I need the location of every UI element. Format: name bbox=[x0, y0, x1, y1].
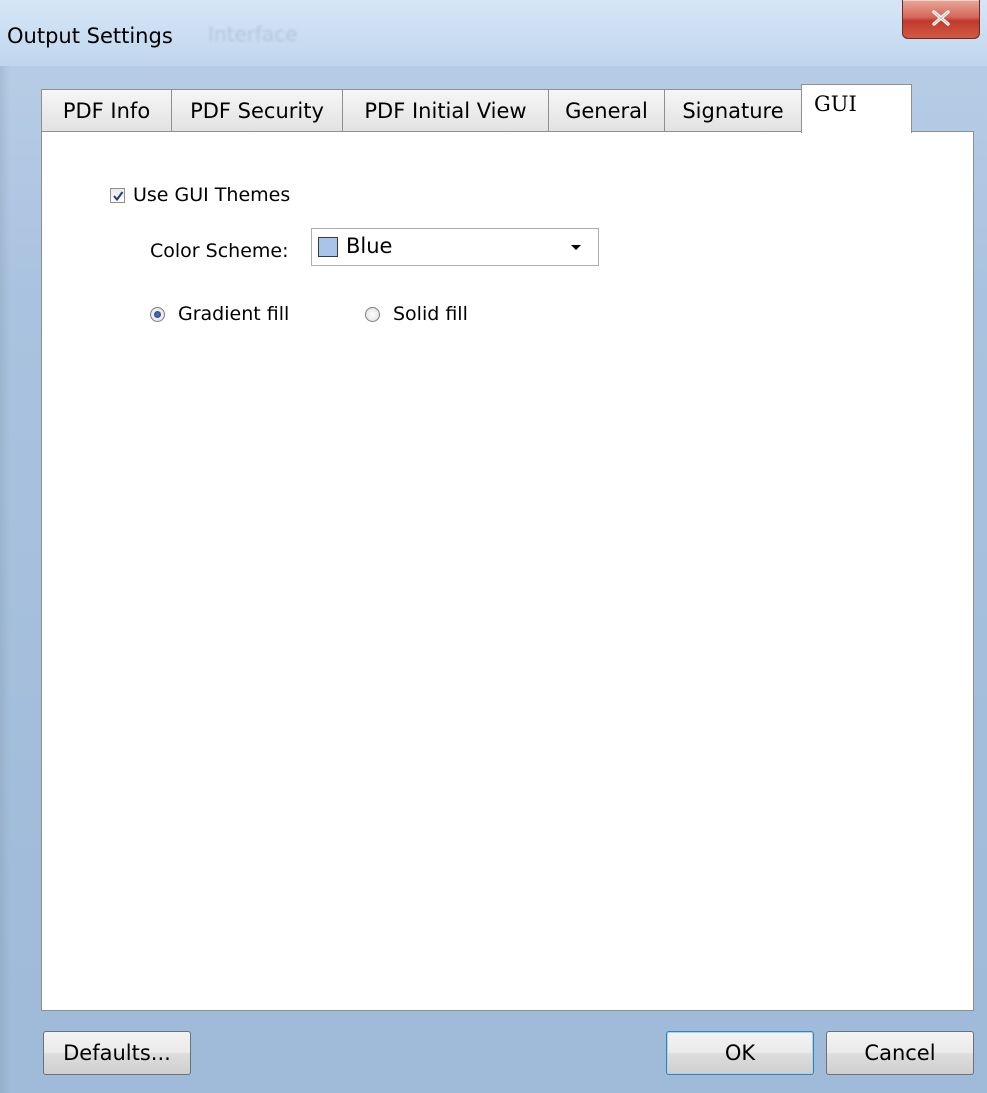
checkmark-icon bbox=[113, 191, 124, 202]
tab-general[interactable]: General bbox=[548, 89, 665, 131]
color-scheme-label: Color Scheme: bbox=[150, 240, 289, 262]
chevron-down-icon bbox=[571, 245, 581, 250]
close-icon bbox=[932, 10, 950, 26]
solid-fill-label[interactable]: Solid fill bbox=[393, 303, 468, 325]
solid-fill-radio[interactable] bbox=[365, 307, 380, 322]
defaults-button[interactable]: Defaults... bbox=[43, 1031, 191, 1075]
color-scheme-value: Blue bbox=[346, 234, 393, 258]
ok-button[interactable]: OK bbox=[666, 1031, 814, 1075]
color-swatch bbox=[318, 237, 338, 257]
use-gui-themes-label[interactable]: Use GUI Themes bbox=[133, 184, 290, 206]
tab-gui[interactable]: GUI bbox=[801, 84, 912, 133]
output-settings-window: Output Settings Interface PDF Info PDF S… bbox=[0, 0, 987, 1093]
tab-pdf-info[interactable]: PDF Info bbox=[41, 89, 172, 131]
window-title-obscured: Interface bbox=[208, 22, 298, 46]
gradient-fill-radio[interactable] bbox=[150, 307, 165, 322]
cancel-button[interactable]: Cancel bbox=[826, 1031, 974, 1075]
color-scheme-select[interactable]: Blue bbox=[311, 228, 599, 266]
close-button[interactable] bbox=[902, 0, 980, 39]
window-title: Output Settings bbox=[7, 24, 173, 48]
tab-pdf-initial-view[interactable]: PDF Initial View bbox=[342, 89, 549, 131]
tab-pdf-security[interactable]: PDF Security bbox=[171, 89, 343, 131]
gradient-fill-label[interactable]: Gradient fill bbox=[178, 303, 289, 325]
window-edge-shadow bbox=[0, 66, 10, 1093]
use-gui-themes-checkbox[interactable] bbox=[110, 188, 125, 203]
tab-signature[interactable]: Signature bbox=[664, 89, 802, 131]
gui-tab-panel: Use GUI Themes Color Scheme: Blue Gradie… bbox=[41, 131, 974, 1011]
title-bar[interactable]: Output Settings Interface bbox=[0, 0, 987, 66]
